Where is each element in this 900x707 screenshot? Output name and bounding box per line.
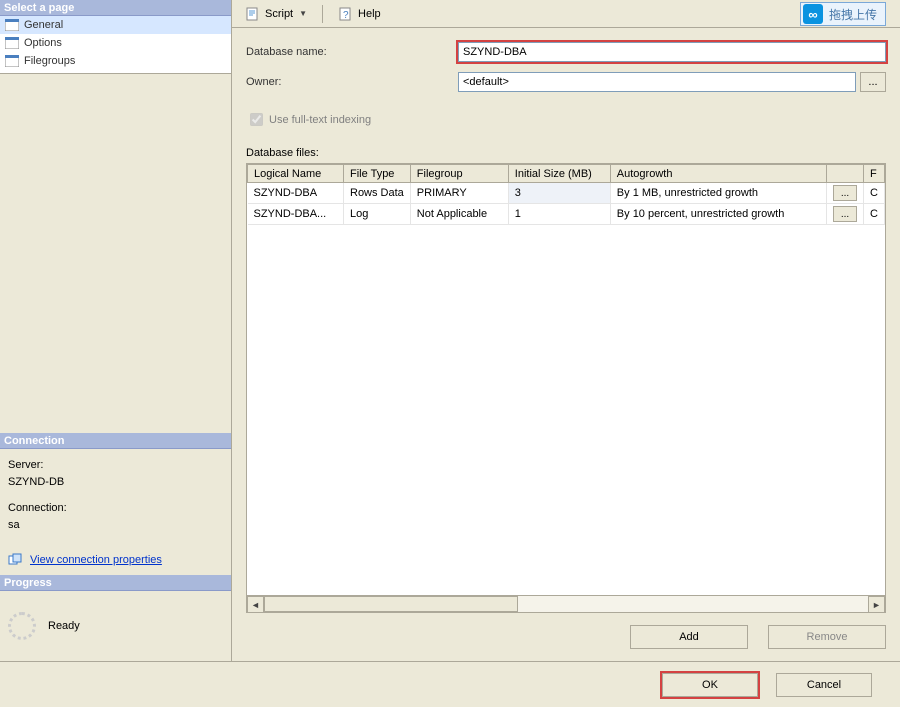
sidebar-item-label: Options: [24, 37, 62, 49]
dialog-footer: OK Cancel: [0, 662, 900, 707]
database-name-label: Database name:: [246, 46, 458, 58]
database-files-table[interactable]: Logical Name File Type Filegroup Initial…: [247, 164, 885, 225]
script-label: Script: [265, 8, 293, 20]
owner-input[interactable]: [458, 72, 856, 92]
page-icon: [4, 36, 20, 50]
svg-text:?: ?: [343, 10, 349, 21]
col-filegroup[interactable]: Filegroup: [410, 165, 508, 183]
right-pane: Script ▼ ? Help ∞ 拖拽上传 Database name:: [232, 0, 900, 661]
page-icon: [4, 54, 20, 68]
sidebar: Select a page General Options Filegroups: [0, 0, 232, 661]
autogrowth-edit-button[interactable]: ...: [833, 185, 857, 201]
fulltext-checkbox: [250, 113, 263, 126]
progress-header: Progress: [0, 575, 231, 591]
horizontal-scrollbar[interactable]: ◄ ►: [247, 595, 885, 612]
col-path[interactable]: F: [864, 165, 885, 183]
autogrowth-edit-button[interactable]: ...: [833, 206, 857, 222]
sidebar-item-options[interactable]: Options: [0, 34, 231, 52]
database-files-table-wrapper: Logical Name File Type Filegroup Initial…: [246, 163, 886, 613]
upload-label: 拖拽上传: [829, 6, 877, 23]
progress-status: Ready: [48, 620, 80, 632]
script-icon: [245, 6, 261, 22]
scroll-track[interactable]: [264, 596, 868, 612]
table-row[interactable]: SZYND-DBA... Log Not Applicable 1 By 10 …: [248, 204, 885, 225]
connection-header: Connection: [0, 433, 231, 449]
view-connection-properties-link[interactable]: View connection properties: [30, 554, 162, 566]
table-row[interactable]: SZYND-DBA Rows Data PRIMARY 3 By 1 MB, u…: [248, 183, 885, 204]
add-button[interactable]: Add: [630, 625, 748, 649]
database-name-input[interactable]: [458, 42, 886, 62]
help-icon: ?: [338, 6, 354, 22]
fulltext-label: Use full-text indexing: [269, 114, 371, 126]
cloud-icon: ∞: [803, 4, 823, 24]
owner-label: Owner:: [246, 76, 458, 88]
page-icon: [4, 18, 20, 32]
connection-label: Connection:: [8, 500, 223, 517]
select-page-header: Select a page: [0, 0, 231, 16]
server-label: Server:: [8, 457, 223, 474]
connection-box: Server: SZYND-DB Connection: sa: [0, 449, 231, 547]
progress-spinner-icon: [8, 612, 36, 640]
sidebar-item-label: Filegroups: [24, 55, 75, 67]
drag-upload-button[interactable]: ∞ 拖拽上传: [800, 2, 886, 26]
script-button[interactable]: Script ▼: [238, 3, 314, 25]
col-initial-size[interactable]: Initial Size (MB): [508, 165, 610, 183]
server-value: SZYND-DB: [8, 474, 223, 491]
col-file-type[interactable]: File Type: [344, 165, 411, 183]
scroll-left-button[interactable]: ◄: [247, 596, 264, 613]
help-button[interactable]: ? Help: [331, 3, 388, 25]
owner-browse-button[interactable]: ...: [860, 72, 886, 92]
col-logical-name[interactable]: Logical Name: [248, 165, 344, 183]
toolbar: Script ▼ ? Help ∞ 拖拽上传: [232, 0, 900, 28]
progress-box: Ready: [0, 591, 231, 661]
database-files-label: Database files:: [246, 147, 886, 159]
connection-properties-icon: [8, 553, 24, 567]
page-list: General Options Filegroups: [0, 16, 231, 74]
col-autogrowth[interactable]: Autogrowth: [610, 165, 826, 183]
cancel-button[interactable]: Cancel: [776, 673, 872, 697]
connection-value: sa: [8, 517, 223, 534]
remove-button: Remove: [768, 625, 886, 649]
scroll-right-button[interactable]: ►: [868, 596, 885, 613]
sidebar-item-general[interactable]: General: [0, 16, 231, 34]
chevron-down-icon: ▼: [299, 9, 307, 18]
sidebar-item-filegroups[interactable]: Filegroups: [0, 52, 231, 70]
scroll-thumb[interactable]: [264, 596, 518, 612]
ok-button[interactable]: OK: [662, 673, 758, 697]
sidebar-item-label: General: [24, 19, 63, 31]
help-label: Help: [358, 8, 381, 20]
